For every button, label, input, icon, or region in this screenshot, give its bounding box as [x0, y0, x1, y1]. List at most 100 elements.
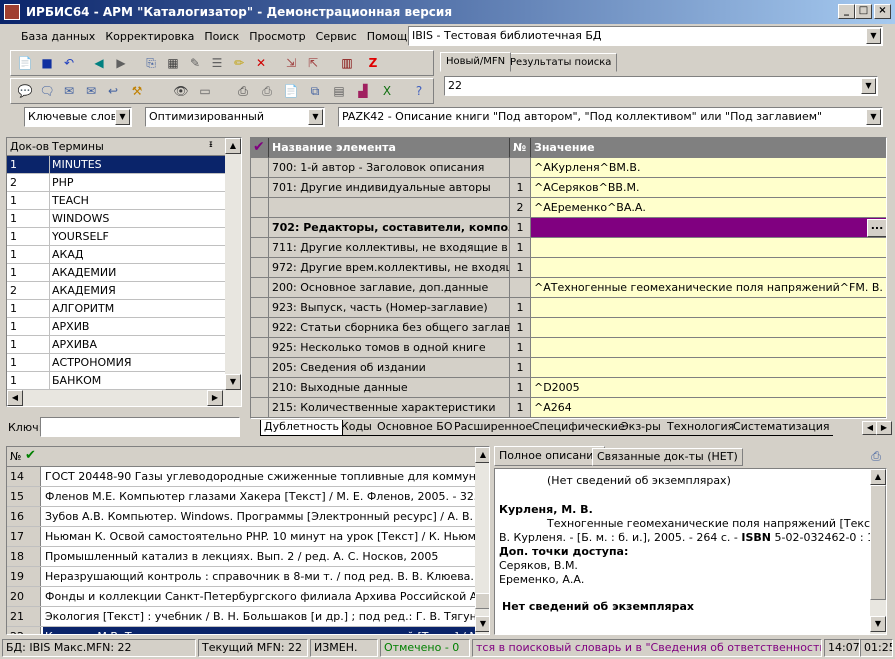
field-name[interactable]: 205: Сведения об издании — [269, 358, 510, 378]
tab-new-mfn[interactable]: Новый/MFN — [440, 52, 512, 72]
field-value[interactable] — [531, 298, 886, 318]
record-row[interactable]: 19 Неразрушающий контроль : справочник в … — [7, 567, 475, 587]
new-record-icon[interactable]: 📄 — [15, 53, 35, 73]
terms-row[interactable]: 1 АКАДЕМИИ — [7, 264, 225, 282]
tab-systematization[interactable]: Систематизация — [730, 420, 833, 436]
excel-icon[interactable]: X — [377, 81, 397, 101]
scroll-right-icon[interactable]: ▶ — [207, 390, 223, 406]
scroll-thumb[interactable] — [870, 485, 886, 600]
field-name[interactable]: 922: Статьи сборника без общего заглавия — [269, 318, 510, 338]
record-row[interactable]: 14 ГОСТ 20448-90 Газы углеводородные сжиж… — [7, 467, 475, 487]
field-name[interactable]: 215: Количественные характеристики — [269, 398, 510, 418]
chevron-down-icon[interactable]: ▼ — [866, 28, 881, 44]
field-value[interactable] — [531, 338, 886, 358]
terms-row[interactable]: 1 MINUTES — [7, 156, 225, 174]
worksheet-select[interactable]: PAZK42 - Описание книги "Под автором", "… — [338, 107, 883, 127]
copy-icon[interactable]: ⎘ — [141, 53, 161, 73]
catalog-icon[interactable]: ▤ — [329, 81, 349, 101]
menu-database[interactable]: База данных — [16, 28, 100, 46]
field-value[interactable]: ^AТехногенные геомеханические поля напря… — [531, 278, 886, 298]
chevron-down-icon[interactable]: ▼ — [866, 109, 881, 125]
field-value[interactable] — [531, 358, 886, 378]
field-name[interactable]: 925: Несколько томов в одной книге — [269, 338, 510, 358]
message-icon[interactable]: ✉ — [81, 81, 101, 101]
tab-codes[interactable]: Коды — [338, 420, 375, 436]
terms-row[interactable]: 1 БАНКОМ — [7, 372, 225, 390]
tab-technology[interactable]: Технология — [664, 420, 738, 436]
tab-full-description[interactable]: Полное описание — [494, 446, 606, 466]
field-name[interactable] — [269, 198, 510, 218]
menu-search[interactable]: Поиск — [199, 28, 244, 46]
terms-row[interactable]: 1 АРХИВ — [7, 318, 225, 336]
terms-hscrollbar[interactable]: ◀ ▶ — [7, 390, 241, 406]
field-name[interactable]: 210: Выходные данные — [269, 378, 510, 398]
tab-extended[interactable]: Расширенное — [451, 420, 536, 436]
record-row[interactable]: 20 Фонды и коллекции Санкт-Петербургского… — [7, 587, 475, 607]
edit-icon[interactable]: ✎ — [185, 53, 205, 73]
minimize-button[interactable]: _ — [838, 4, 855, 19]
record-row[interactable]: 17 Ньюман К. Освой самостоятельно PHP. 10… — [7, 527, 475, 547]
menu-service[interactable]: Сервис — [311, 28, 362, 46]
book-icon[interactable]: ▥ — [337, 53, 357, 73]
search-mode-select[interactable]: Ключевые слова ▼ — [24, 107, 132, 127]
print-icon[interactable]: ⎙ — [866, 446, 886, 466]
terms-header-count[interactable]: Док-ов — [10, 140, 49, 153]
field-value[interactable] — [531, 318, 886, 338]
forward-icon[interactable]: ▶ — [111, 53, 131, 73]
field-name[interactable]: 923: Выпуск, часть (Номер-заглавие) — [269, 298, 510, 318]
tab-duplicates[interactable]: Дублетность — [260, 420, 343, 436]
field-name[interactable]: 700: 1-й автор - Заголовок описания — [269, 158, 510, 178]
import-icon[interactable]: ⇲ — [281, 53, 301, 73]
record-row[interactable]: 22Курленя М.В. Техногенные геомеханическ… — [7, 627, 475, 634]
menu-edit[interactable]: Корректировка — [100, 28, 199, 46]
chevron-down-icon[interactable]: ▼ — [861, 78, 876, 94]
field-name[interactable]: 972: Другие врем.коллективы, не входящие… — [269, 258, 510, 278]
chevron-down-icon[interactable]: ▼ — [308, 109, 323, 125]
tab-main-bo[interactable]: Основное БО — [374, 420, 456, 436]
field-value[interactable]: ^A264 — [531, 398, 886, 418]
document-icon[interactable]: 📄 — [281, 81, 301, 101]
delete-icon[interactable]: ✕ — [251, 53, 271, 73]
terms-row[interactable]: 1 АКАД — [7, 246, 225, 264]
help-icon[interactable]: ? — [409, 81, 429, 101]
field-value[interactable] — [531, 238, 886, 258]
mfn-input[interactable]: 22 ▼ — [444, 76, 878, 96]
terms-row[interactable]: 2 PHP — [7, 174, 225, 192]
comment-icon[interactable]: 💬 — [15, 81, 35, 101]
description-scrollbar[interactable]: ▲ ▼ — [870, 469, 886, 634]
folder-icon[interactable]: ▭ — [195, 81, 215, 101]
scroll-up-icon[interactable]: ▲ — [870, 469, 886, 485]
print-icon[interactable]: ⎙ — [233, 81, 253, 101]
scroll-down-icon[interactable]: ▼ — [475, 616, 489, 632]
maximize-button[interactable]: □ — [855, 4, 872, 19]
tab-search-results[interactable]: Результаты поиска — [504, 53, 618, 72]
field-value[interactable]: ^AЕременко^BА.А. — [531, 198, 886, 218]
field-value[interactable] — [531, 218, 886, 238]
record-row[interactable]: 21 Экология [Текст] : учебник / В. Н. Бол… — [7, 607, 475, 627]
field-name[interactable]: 701: Другие индивидуальные авторы — [269, 178, 510, 198]
records-scrollbar[interactable]: ▲ ▼ — [475, 447, 489, 634]
field-name[interactable]: 200: Основное заглавие, доп.данные — [269, 278, 510, 298]
tab-copies[interactable]: Экз-ры — [618, 420, 664, 436]
terms-row[interactable]: 2 АКАДЕМИЯ — [7, 282, 225, 300]
scroll-down-icon[interactable]: ▼ — [225, 374, 241, 390]
terms-scrollbar[interactable]: ▲ ▼ — [225, 138, 241, 390]
pencil-icon[interactable]: ✏ — [229, 53, 249, 73]
ellipsis-button[interactable]: ... — [867, 219, 886, 237]
key-input[interactable] — [40, 417, 240, 437]
scroll-thumb[interactable] — [475, 593, 489, 609]
optimization-select[interactable]: Оптимизированный ▼ — [145, 107, 325, 127]
terms-row[interactable]: 1 АРХИВА — [7, 336, 225, 354]
pin-icon[interactable]: ᵻ — [209, 139, 213, 150]
export-icon[interactable]: ⇱ — [303, 53, 323, 73]
scroll-left-icon[interactable]: ◀ — [7, 390, 23, 406]
chevron-down-icon[interactable]: ▼ — [115, 109, 130, 125]
chart-icon[interactable]: ▟ — [353, 81, 373, 101]
field-name[interactable]: 702: Редакторы, составители, композиторы — [269, 218, 510, 238]
tab-specific[interactable]: Специфические — [529, 420, 628, 436]
close-button[interactable]: × — [874, 4, 891, 19]
field-name[interactable]: 711: Другие коллективы, не входящие в за… — [269, 238, 510, 258]
terms-row[interactable]: 1 TEACH — [7, 192, 225, 210]
scroll-down-icon[interactable]: ▼ — [870, 616, 886, 632]
record-row[interactable]: 16 Зубов А.В. Компьютер. Windows. Програм… — [7, 507, 475, 527]
